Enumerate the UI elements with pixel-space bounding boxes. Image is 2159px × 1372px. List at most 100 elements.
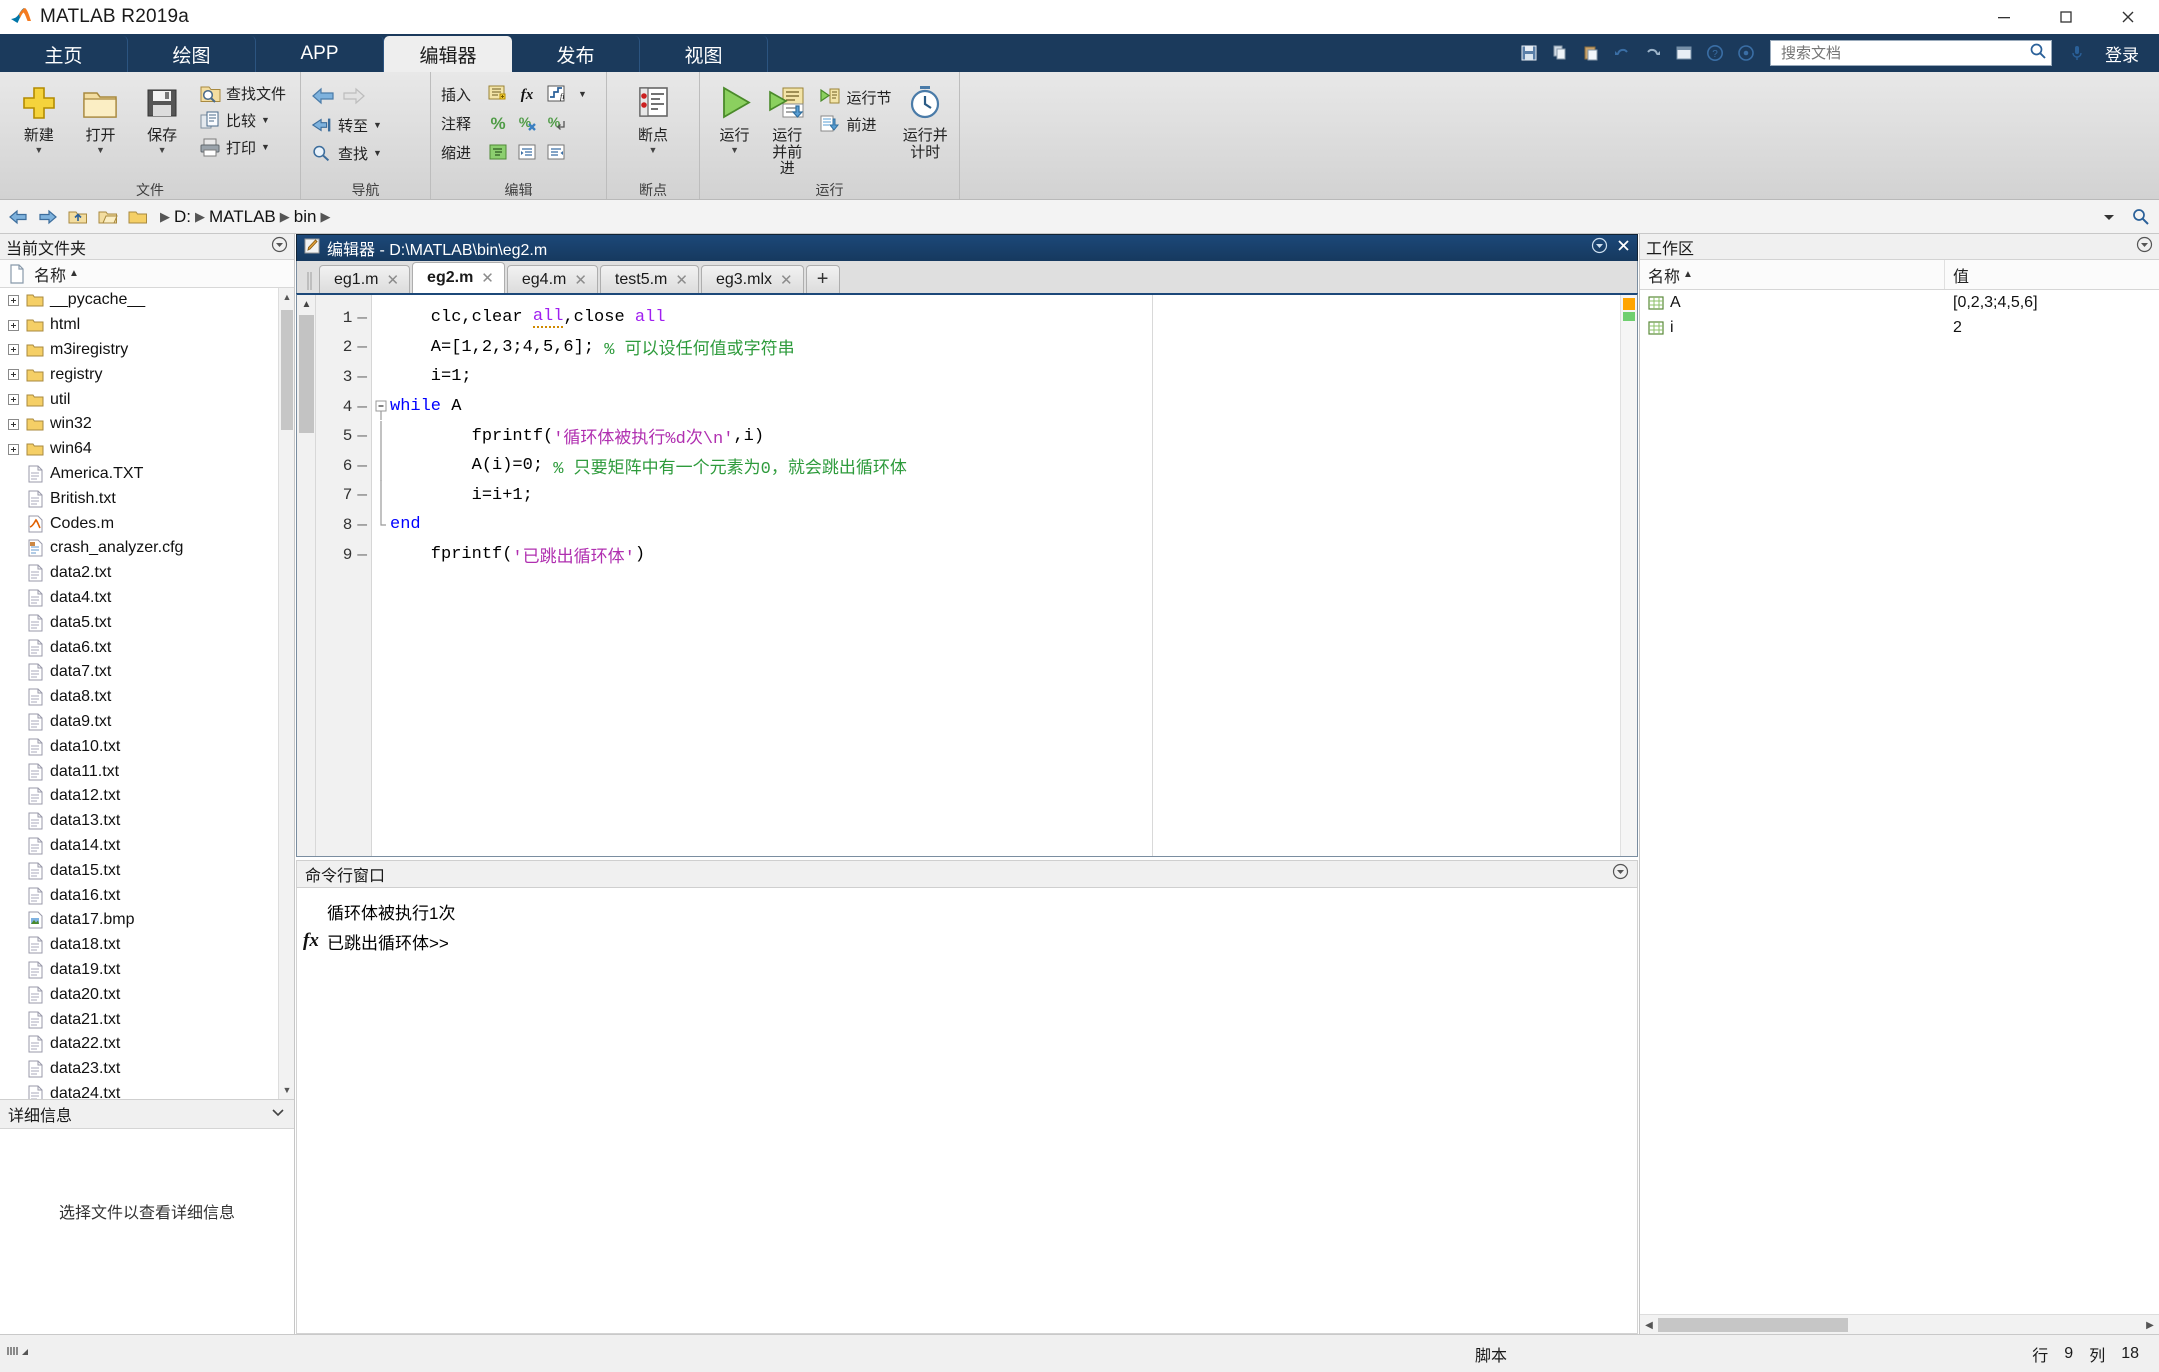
executable-line-marker[interactable]: — xyxy=(357,546,367,564)
editor-tab-eg4-m[interactable]: eg4.m ✕ xyxy=(506,265,598,293)
warning-marker[interactable] xyxy=(1623,298,1635,310)
breadcrumb-item-drive[interactable]: D: xyxy=(174,207,191,227)
code-line[interactable]: A=[1,2,3;4,5,6]; % 可以设任何值或字符串 xyxy=(390,333,1620,363)
comment-icon[interactable]: % xyxy=(486,110,512,136)
tab-publish[interactable]: 发布 xyxy=(512,36,640,72)
close-tab-icon[interactable]: ✕ xyxy=(481,269,494,287)
file-list-item[interactable]: m3iregistry xyxy=(0,338,294,363)
file-list-item[interactable]: __pycache__ xyxy=(0,288,294,313)
current-folder-scrollbar[interactable]: ▲ ▼ xyxy=(278,288,294,1099)
expand-toggle-icon[interactable] xyxy=(4,341,22,359)
save-icon[interactable] xyxy=(1514,39,1543,67)
code-fold-cell[interactable] xyxy=(372,480,390,511)
file-list-item[interactable]: data24.txt xyxy=(0,1082,294,1099)
code-fold-cell[interactable] xyxy=(372,392,390,422)
layout-icon[interactable] xyxy=(1669,39,1698,67)
file-list-item[interactable]: win32 xyxy=(0,412,294,437)
executable-line-marker[interactable]: — xyxy=(357,427,367,445)
editor-code-area[interactable]: clc,clear all ,close all A=[1,2,3;4,5,6];… xyxy=(390,295,1620,856)
close-icon[interactable] xyxy=(2097,0,2159,34)
fx-icon[interactable]: fx xyxy=(303,930,319,952)
run-and-advance-button[interactable]: 运行并前进 xyxy=(765,78,809,178)
open-button[interactable]: 打开 ▼ xyxy=(72,78,130,154)
indent-left-icon[interactable] xyxy=(544,139,570,165)
scroll-up-icon[interactable]: ▲ xyxy=(279,288,294,306)
line-number-row[interactable]: 7— xyxy=(316,481,371,511)
popout-icon[interactable] xyxy=(1591,237,1608,259)
file-list-item[interactable]: data2.txt xyxy=(0,561,294,586)
line-number-row[interactable]: 9— xyxy=(316,540,371,570)
workspace-col-value[interactable]: 值 xyxy=(1945,260,2159,289)
expand-toggle-icon[interactable] xyxy=(4,291,22,309)
file-list-item[interactable]: data18.txt xyxy=(0,933,294,958)
command-window-output[interactable]: 循环体被执行1次 fx 已跳出循环体>> xyxy=(296,888,1638,1334)
chevron-down-icon[interactable]: ▼ xyxy=(649,145,658,154)
run-section-button[interactable]: 运行节 xyxy=(815,84,895,110)
login-button[interactable]: 登录 xyxy=(2093,41,2151,66)
editor-tab-eg2-m[interactable]: eg2.m ✕ xyxy=(412,262,505,293)
scroll-up-icon[interactable]: ▲ xyxy=(297,295,316,313)
close-icon[interactable] xyxy=(1616,238,1631,258)
code-fold-cell[interactable] xyxy=(372,509,390,540)
workspace-row[interactable]: A [0,2,3;4,5,6] xyxy=(1640,290,2159,315)
file-list-item[interactable]: data13.txt xyxy=(0,809,294,834)
breadcrumb-item-bin[interactable]: bin xyxy=(294,207,317,227)
run-and-time-button[interactable]: 运行并计时 xyxy=(901,78,949,161)
breakpoints-button[interactable]: 断点 ▼ xyxy=(622,78,684,154)
nav-forward-icon[interactable] xyxy=(36,205,60,229)
community-icon[interactable] xyxy=(1731,39,1760,67)
sort-ascending-icon[interactable]: ▲ xyxy=(69,268,79,279)
code-fold-cell[interactable] xyxy=(372,421,390,452)
scroll-left-icon[interactable]: ◀ xyxy=(1640,1315,1658,1335)
file-list-item[interactable]: crash_analyzer.cfg xyxy=(0,536,294,561)
file-list-item[interactable]: data17.bmp xyxy=(0,908,294,933)
file-list-item[interactable]: data16.txt xyxy=(0,883,294,908)
scroll-down-icon[interactable]: ▼ xyxy=(279,1081,294,1099)
code-line[interactable]: end xyxy=(390,510,1620,540)
workspace-col-name[interactable]: 名称 ▲ xyxy=(1640,260,1945,289)
tab-editor[interactable]: 编辑器 xyxy=(384,36,512,72)
code-line[interactable]: A(i)=0; % 只要矩阵中有一个元素为0，就会跳出循环体 xyxy=(390,451,1620,481)
executable-line-marker[interactable]: — xyxy=(357,486,367,504)
workspace-hscrollbar[interactable]: ◀ ▶ xyxy=(1640,1314,2159,1334)
chevron-down-icon[interactable] xyxy=(270,1104,286,1125)
run-button[interactable]: 运行 ▼ xyxy=(710,78,759,154)
file-list-item[interactable]: data19.txt xyxy=(0,958,294,983)
file-list-item[interactable]: data12.txt xyxy=(0,784,294,809)
line-number-row[interactable]: 6— xyxy=(316,451,371,481)
advance-button[interactable]: 前进 xyxy=(815,111,895,137)
line-number-row[interactable]: 8— xyxy=(316,510,371,540)
line-number-row[interactable]: 5— xyxy=(316,421,371,451)
scrollbar-thumb[interactable] xyxy=(299,315,314,433)
breadcrumb-item-matlab[interactable]: MATLAB xyxy=(209,207,276,227)
code-line[interactable]: clc,clear all ,close all xyxy=(390,303,1620,333)
redo-icon[interactable] xyxy=(1638,39,1667,67)
nav-back-icon[interactable] xyxy=(6,205,30,229)
sort-ascending-icon[interactable]: ▲ xyxy=(1683,269,1693,280)
documentation-search[interactable] xyxy=(1770,40,2052,66)
expand-toggle-icon[interactable] xyxy=(4,440,22,458)
file-list-item[interactable]: util xyxy=(0,387,294,412)
scrollbar-thumb[interactable] xyxy=(281,310,293,430)
file-list-item[interactable]: Codes.m xyxy=(0,511,294,536)
file-list-item[interactable]: data22.txt xyxy=(0,1032,294,1057)
chevron-down-icon[interactable] xyxy=(2097,205,2121,229)
code-fold-cell[interactable] xyxy=(372,450,390,481)
scrollbar-thumb[interactable] xyxy=(1658,1318,1848,1332)
executable-line-marker[interactable]: — xyxy=(357,516,367,534)
file-list-item[interactable]: data15.txt xyxy=(0,858,294,883)
chevron-down-icon[interactable]: ▼ xyxy=(261,142,270,152)
tab-view[interactable]: 视图 xyxy=(640,36,768,72)
code-line[interactable]: i=1; xyxy=(390,362,1620,392)
file-list-item[interactable]: registry xyxy=(0,362,294,387)
current-folder-column-header[interactable]: 名称 ▲ xyxy=(0,260,294,288)
save-button[interactable]: 保存 ▼ xyxy=(133,78,191,154)
executable-line-marker[interactable]: — xyxy=(357,368,367,386)
search-input[interactable] xyxy=(1779,43,2029,63)
file-list-item[interactable]: data7.txt xyxy=(0,660,294,685)
editor-left-scrollbar[interactable]: ▲ xyxy=(297,295,316,856)
workspace-column-header[interactable]: 名称 ▲ 值 xyxy=(1640,260,2159,290)
file-list-item[interactable]: data20.txt xyxy=(0,982,294,1007)
find-files-button[interactable]: 查找文件 xyxy=(195,80,290,106)
file-list-item[interactable]: data11.txt xyxy=(0,759,294,784)
